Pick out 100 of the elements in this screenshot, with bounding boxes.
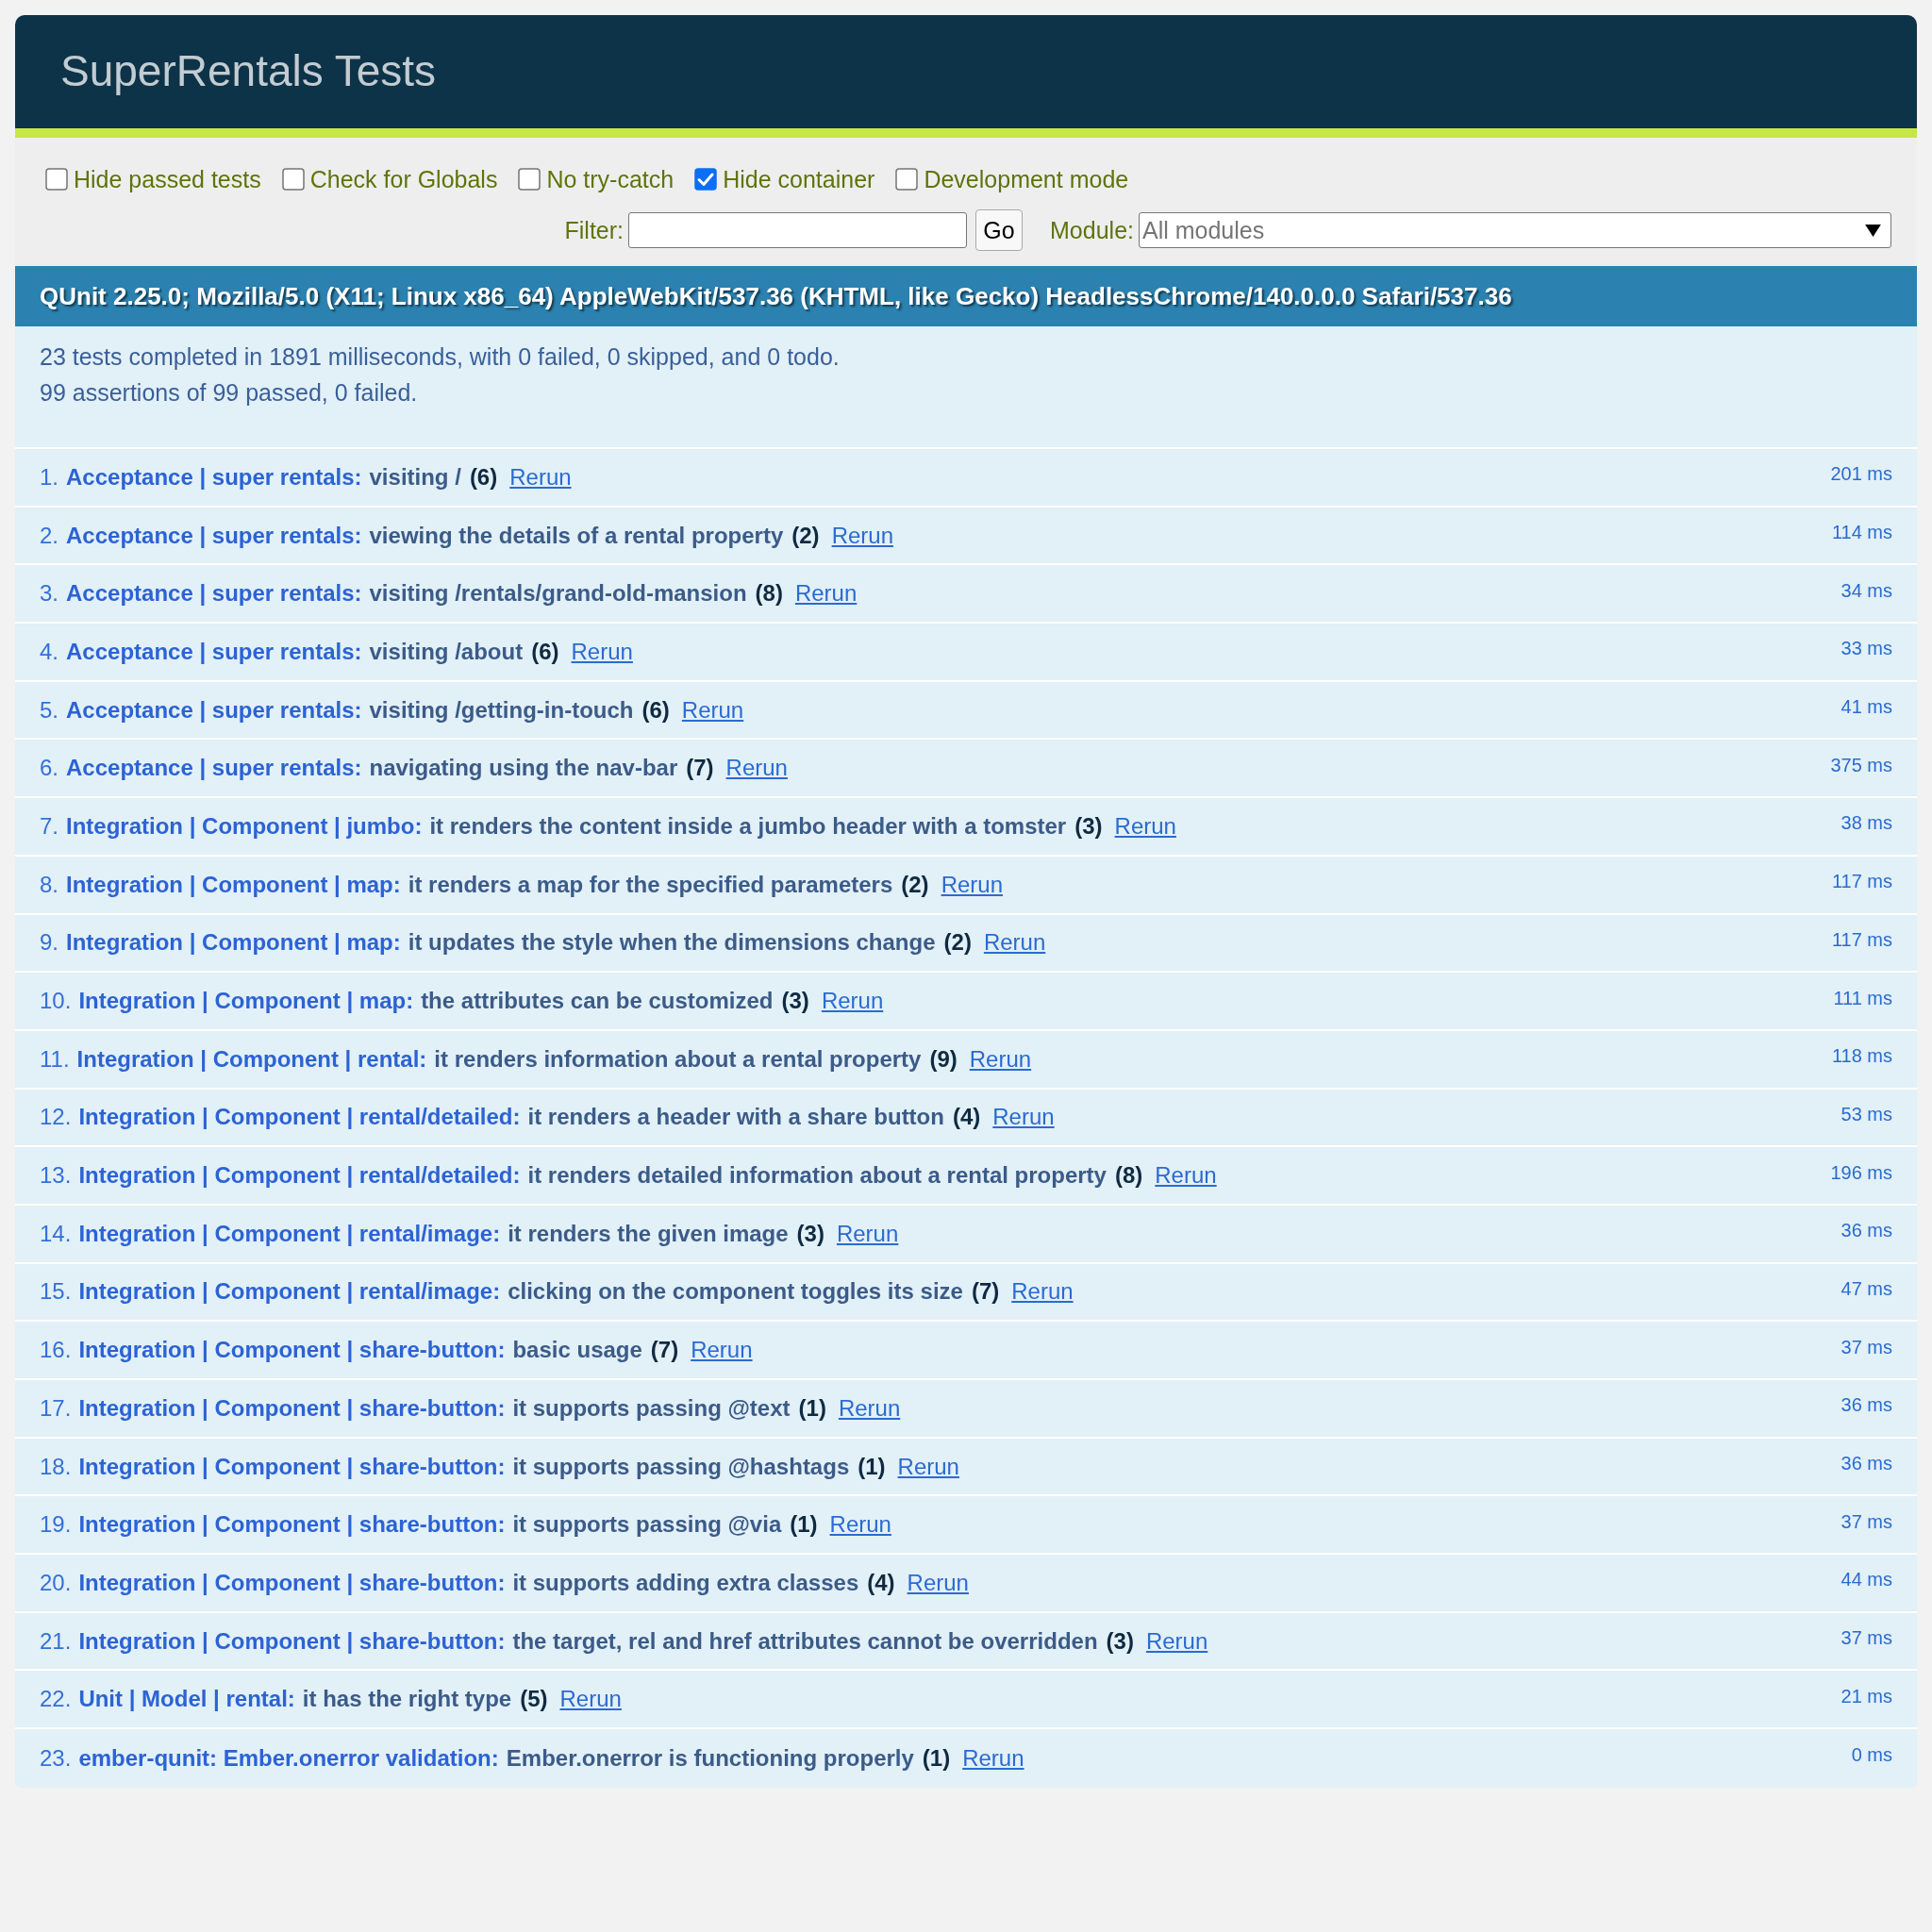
rerun-link[interactable]: Rerun <box>831 522 893 549</box>
assertion-count: (1) <box>798 1394 826 1422</box>
rerun-link[interactable]: Rerun <box>992 1104 1055 1131</box>
test-name: the target, rel and href attributes cannot be overridden <box>512 1627 1098 1655</box>
rerun-link[interactable]: Rerun <box>794 580 858 608</box>
module-name: Integration | Component | rental/image: <box>78 1220 501 1247</box>
rerun-link[interactable]: Rerun <box>829 1511 891 1539</box>
rerun-link[interactable]: Rerun <box>962 1744 1024 1772</box>
module-name: Integration | Component | share-button: <box>78 1627 506 1655</box>
test-name: Ember.onerror is functioning properly <box>506 1744 914 1772</box>
module-name: Integration | Component | rental/image: <box>78 1278 501 1306</box>
rerun-link[interactable]: Rerun <box>836 1220 899 1247</box>
test-number: 3. <box>40 580 58 608</box>
rerun-link[interactable]: Rerun <box>969 1045 1032 1073</box>
test-name: it supports passing @via <box>512 1511 782 1539</box>
assertion-count: (6) <box>531 638 559 665</box>
summary-text: 23 tests completed in 1891 milliseconds, with 0 failed, 0 skipped, and 0 todo. <box>40 342 840 372</box>
test-number: 16. <box>40 1337 72 1364</box>
test-number: 23. <box>40 1744 72 1772</box>
runtime: 0 ms <box>1851 1744 1892 1767</box>
runtime: 201 ms <box>1830 463 1892 486</box>
rerun-link[interactable]: Rerun <box>559 1686 622 1713</box>
rerun-link[interactable]: Rerun <box>571 638 633 665</box>
rerun-link[interactable]: Rerun <box>691 1337 753 1364</box>
rerun-link[interactable]: Rerun <box>1114 812 1176 840</box>
module-name: Integration | Component | map: <box>66 871 401 898</box>
rerun-link[interactable]: Rerun <box>1145 1627 1208 1655</box>
test-name: it renders detailed information about a rental property <box>527 1162 1107 1190</box>
rerun-link[interactable]: Rerun <box>897 1453 959 1480</box>
runtime: 34 ms <box>1840 579 1892 602</box>
module-name: Integration | Component | share-button: <box>78 1569 506 1596</box>
rerun-link[interactable]: Rerun <box>821 988 884 1015</box>
assertion-count: (7) <box>686 755 714 782</box>
module-name: Integration | Component | jumbo: <box>66 812 423 840</box>
test-number: 1. <box>40 463 58 491</box>
test-number: 15. <box>40 1278 72 1306</box>
module-name: Integration | Component | share-button: <box>78 1337 506 1364</box>
assertion-count: (3) <box>796 1220 824 1247</box>
checkbox[interactable] <box>895 168 919 191</box>
runtime: 117 ms <box>1831 871 1892 893</box>
page-title: SuperRentals Tests <box>60 45 437 98</box>
assertion-count: (3) <box>1106 1627 1134 1655</box>
test-name: it has the right type <box>302 1686 512 1713</box>
runtime: 117 ms <box>1831 928 1892 951</box>
checkbox-label[interactable]: Check for Globals <box>309 165 498 193</box>
filter-field[interactable] <box>628 212 968 248</box>
assertion-count: (1) <box>922 1744 951 1772</box>
checkbox[interactable] <box>694 168 718 191</box>
runtime: 37 ms <box>1840 1627 1892 1650</box>
rerun-link[interactable]: Rerun <box>1011 1278 1074 1306</box>
rerun-link[interactable]: Rerun <box>838 1394 901 1422</box>
test-number: 19. <box>40 1511 72 1539</box>
checkbox-label[interactable]: Hide passed tests <box>74 165 261 193</box>
test-number: 4. <box>40 638 58 665</box>
runtime: 111 ms <box>1833 987 1892 1009</box>
module-name: Integration | Component | rental: <box>76 1045 427 1073</box>
runtime: 33 ms <box>1840 638 1892 660</box>
test-number: 8. <box>40 871 58 898</box>
test-name: navigating using the nav-bar <box>369 755 678 782</box>
rerun-link[interactable]: Rerun <box>681 696 744 724</box>
test-number: 17. <box>40 1394 72 1422</box>
test-name: clicking on the component toggles its size <box>508 1278 963 1306</box>
test-name: it renders the content inside a jumbo header with a tomster <box>429 812 1067 840</box>
rerun-link[interactable]: Rerun <box>725 755 788 782</box>
rerun-link[interactable]: Rerun <box>509 463 572 491</box>
checkbox[interactable] <box>281 168 305 191</box>
test-name: visiting / <box>369 463 461 491</box>
test-number: 7. <box>40 812 58 840</box>
checkbox[interactable] <box>518 168 541 191</box>
checkbox-label[interactable]: Development mode <box>924 165 1129 193</box>
checkbox-label[interactable]: Hide container <box>723 165 875 193</box>
rerun-link[interactable]: Rerun <box>983 929 1046 957</box>
assertion-count: (6) <box>469 463 498 491</box>
module-select[interactable]: All modules <box>1139 212 1891 248</box>
test-name: visiting /getting-in-touch <box>369 696 634 724</box>
checkbox[interactable] <box>45 168 68 191</box>
runtime: 114 ms <box>1831 522 1892 544</box>
test-name: basic usage <box>512 1337 642 1364</box>
go-button[interactable]: Go <box>975 209 1024 251</box>
test-number: 10. <box>40 988 72 1015</box>
runtime: 36 ms <box>1840 1220 1892 1242</box>
test-number: 22. <box>40 1686 72 1713</box>
runtime: 196 ms <box>1830 1161 1892 1184</box>
rerun-link[interactable]: Rerun <box>941 871 1003 898</box>
rerun-link[interactable]: Rerun <box>907 1569 969 1596</box>
assertion-count: (3) <box>781 988 809 1015</box>
rerun-link[interactable]: Rerun <box>1155 1162 1217 1190</box>
checkbox-label[interactable]: No try-catch <box>546 165 675 193</box>
runtime: 37 ms <box>1840 1336 1892 1358</box>
module-name: Acceptance | super rentals: <box>66 755 362 782</box>
runtime: 44 ms <box>1840 1569 1892 1591</box>
assertion-count: (7) <box>971 1278 1000 1306</box>
test-name: the attributes can be customized <box>421 988 774 1015</box>
test-number: 6. <box>40 755 58 782</box>
test-number: 21. <box>40 1627 72 1655</box>
runtime: 47 ms <box>1840 1277 1892 1300</box>
runtime: 41 ms <box>1840 696 1892 719</box>
test-name: it renders information about a rental property <box>434 1045 922 1073</box>
assertion-count: (2) <box>901 871 929 898</box>
test-number: 13. <box>40 1162 72 1190</box>
